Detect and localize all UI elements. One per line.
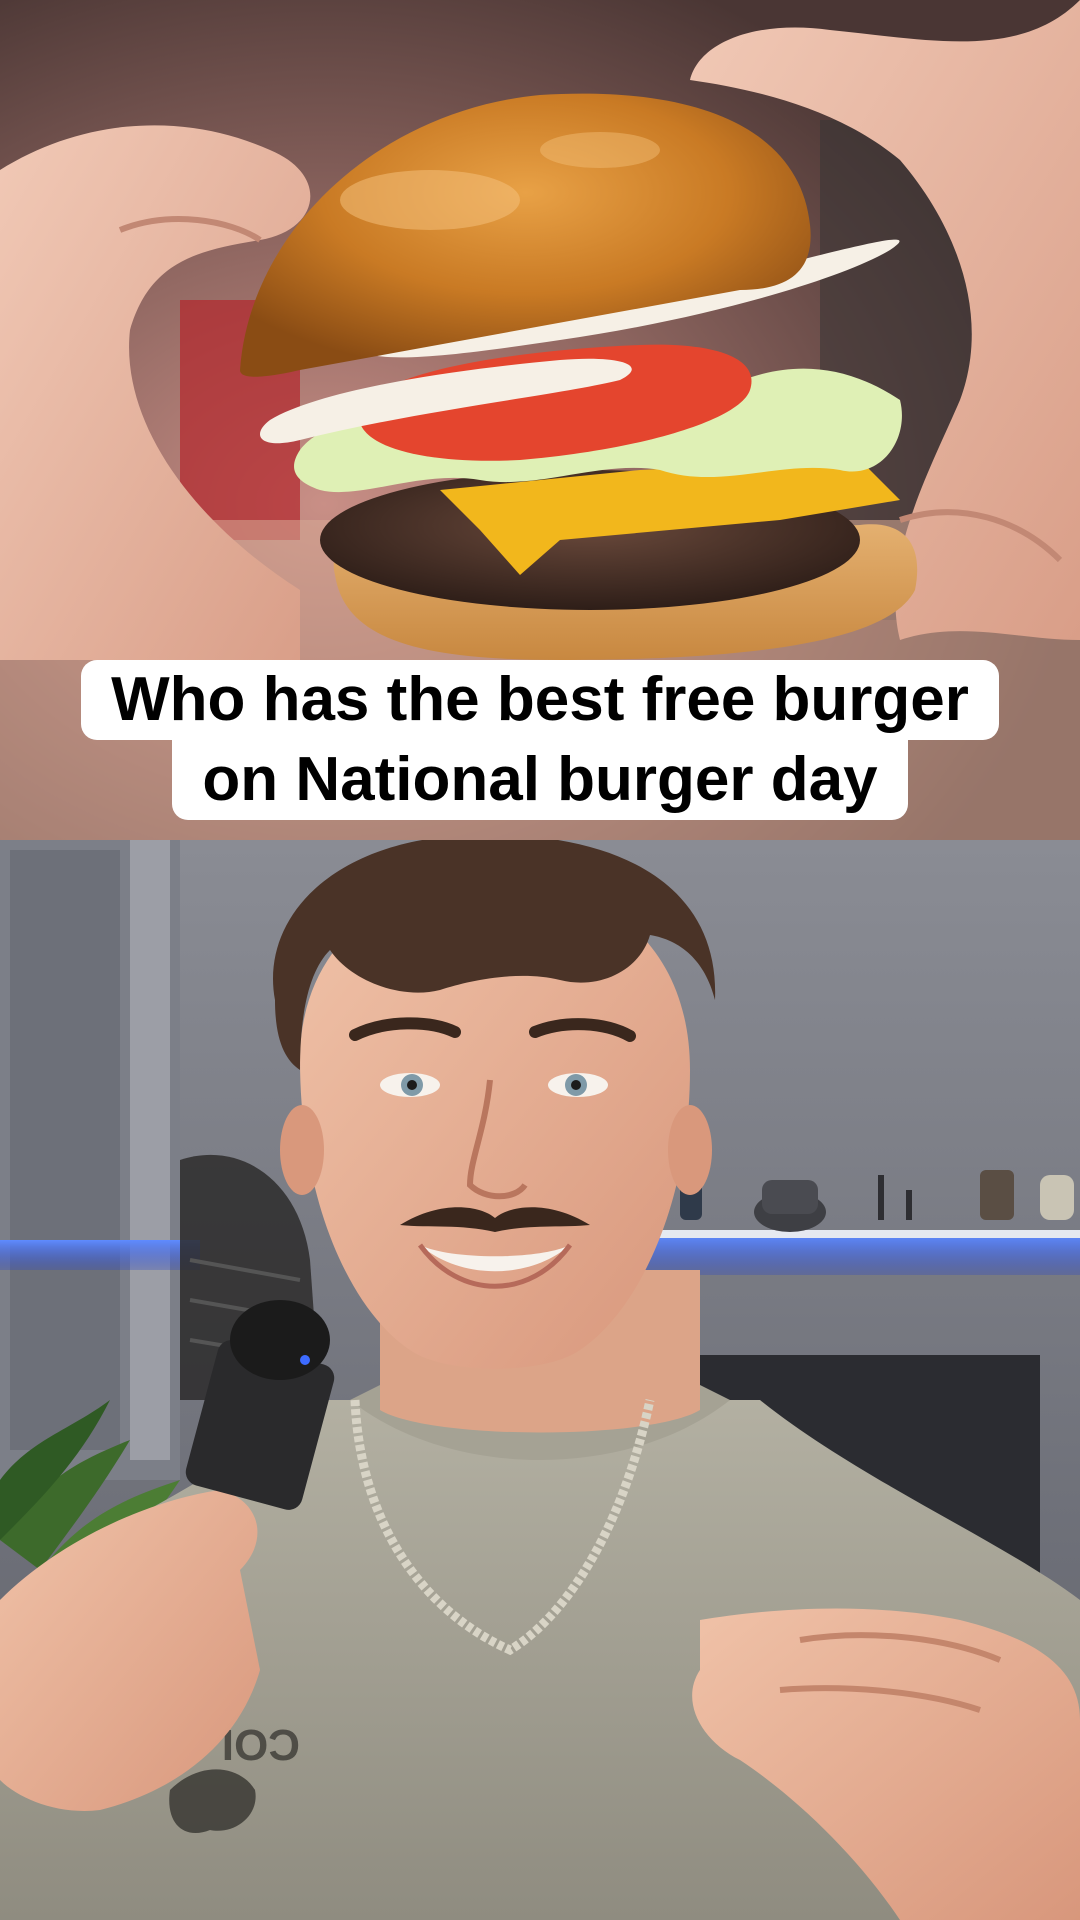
presenter-photo: COLO <box>0 840 1080 1920</box>
video-frame[interactable]: COLO Who has the best free burger on Nat… <box>0 0 1080 1920</box>
caption-line-2: on National burger day <box>172 740 908 820</box>
caption-overlay: Who has the best free burger on National… <box>0 660 1080 820</box>
presenter-illustration: COLO <box>0 840 1080 1920</box>
caption-line-1: Who has the best free burger <box>81 660 999 740</box>
